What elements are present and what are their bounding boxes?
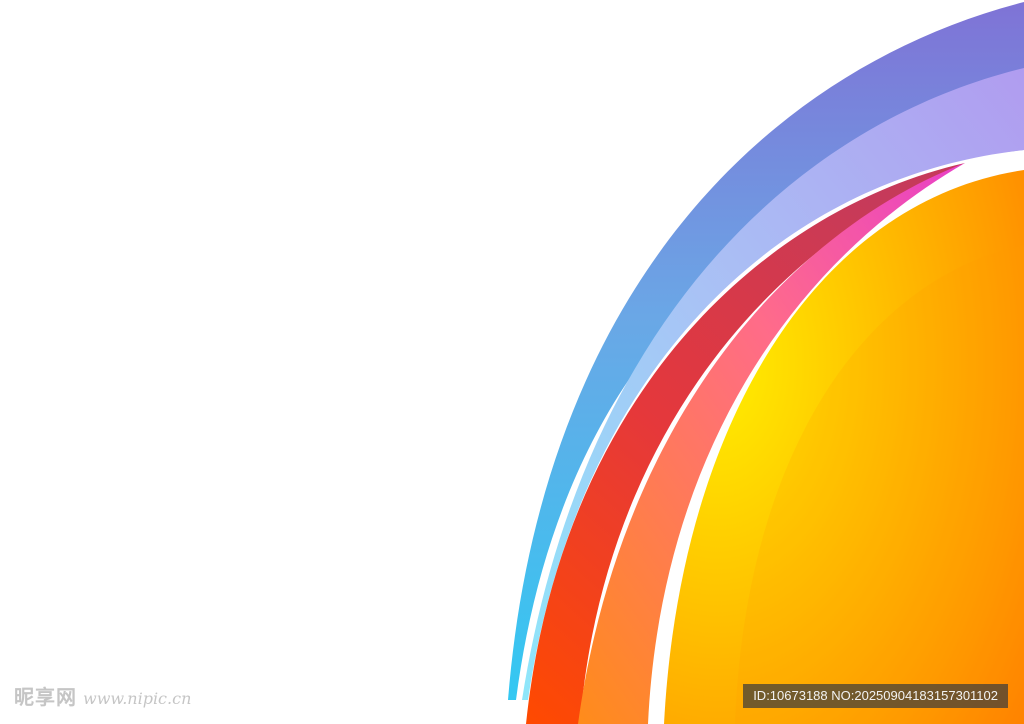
site-watermark: 昵享网 www.nipic.cn <box>14 681 191 710</box>
watermark-brand: 昵享网 <box>14 685 77 709</box>
watermark-url: www.nipic.cn <box>83 689 192 708</box>
image-id-badge: ID:10673188 NO:20250904183157301102 <box>743 684 1008 708</box>
rainbow-arc-artwork <box>508 2 1024 724</box>
graphic-canvas: 昵享网 www.nipic.cn ID:10673188 NO:20250904… <box>0 0 1024 724</box>
